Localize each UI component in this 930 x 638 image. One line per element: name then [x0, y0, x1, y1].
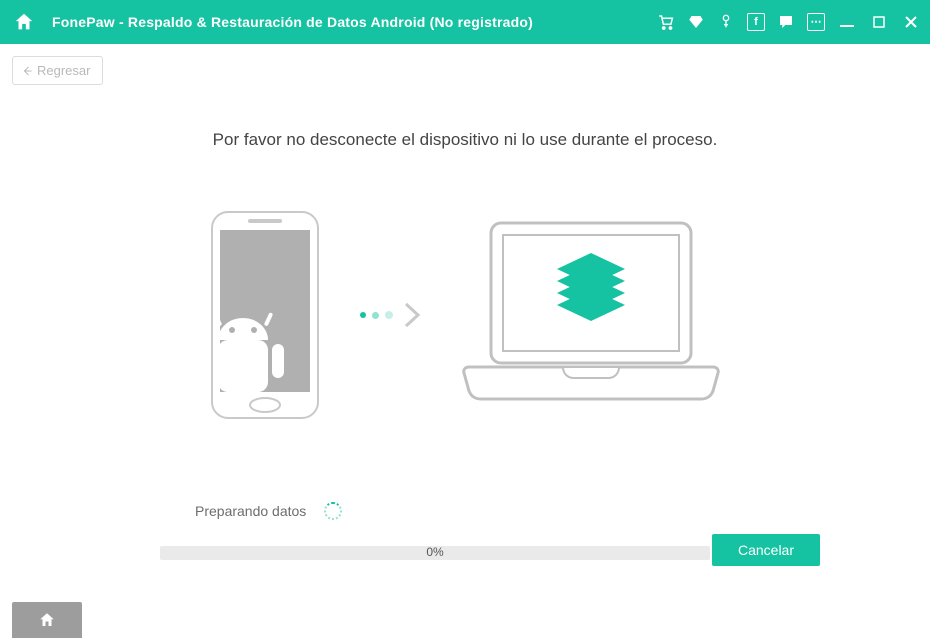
- window-title: FonePaw - Respaldo & Restauración de Dat…: [52, 14, 533, 30]
- laptop-illustration: [461, 215, 721, 415]
- status-row: Preparando datos: [195, 502, 342, 520]
- progress-bar-container: 0%: [160, 546, 710, 560]
- close-button[interactable]: [900, 15, 922, 29]
- cancel-button[interactable]: Cancelar: [712, 534, 820, 566]
- maximize-button[interactable]: [868, 16, 890, 28]
- home-icon: [38, 611, 56, 629]
- phone-illustration: [210, 210, 320, 420]
- arrow-left-icon: [21, 65, 33, 77]
- main-area: Por favor no desconecte el dispositivo n…: [0, 100, 930, 588]
- facebook-icon[interactable]: f: [746, 12, 766, 32]
- progress-percent: 0%: [160, 545, 710, 559]
- bottom-home-tab[interactable]: [12, 602, 82, 638]
- progress-bar: 0%: [160, 546, 710, 560]
- instruction-text: Por favor no desconecte el dispositivo n…: [213, 130, 718, 150]
- menu-icon[interactable]: ⋯: [806, 12, 826, 32]
- home-icon: [13, 11, 35, 33]
- back-button: Regresar: [12, 56, 103, 85]
- titlebar: FonePaw - Respaldo & Restauración de Dat…: [0, 0, 930, 44]
- titlebar-actions: f ⋯: [656, 12, 922, 32]
- spinner-icon: [324, 502, 342, 520]
- key-icon[interactable]: [716, 12, 736, 32]
- status-label: Preparando datos: [195, 503, 306, 519]
- home-button[interactable]: [10, 8, 38, 36]
- diamond-icon[interactable]: [686, 12, 706, 32]
- transfer-arrow: [360, 301, 421, 329]
- minimize-button[interactable]: [836, 15, 858, 29]
- chevron-right-icon: [403, 301, 421, 329]
- back-label: Regresar: [37, 63, 90, 78]
- cart-icon[interactable]: [656, 12, 676, 32]
- illustration: [210, 210, 721, 420]
- feedback-icon[interactable]: [776, 12, 796, 32]
